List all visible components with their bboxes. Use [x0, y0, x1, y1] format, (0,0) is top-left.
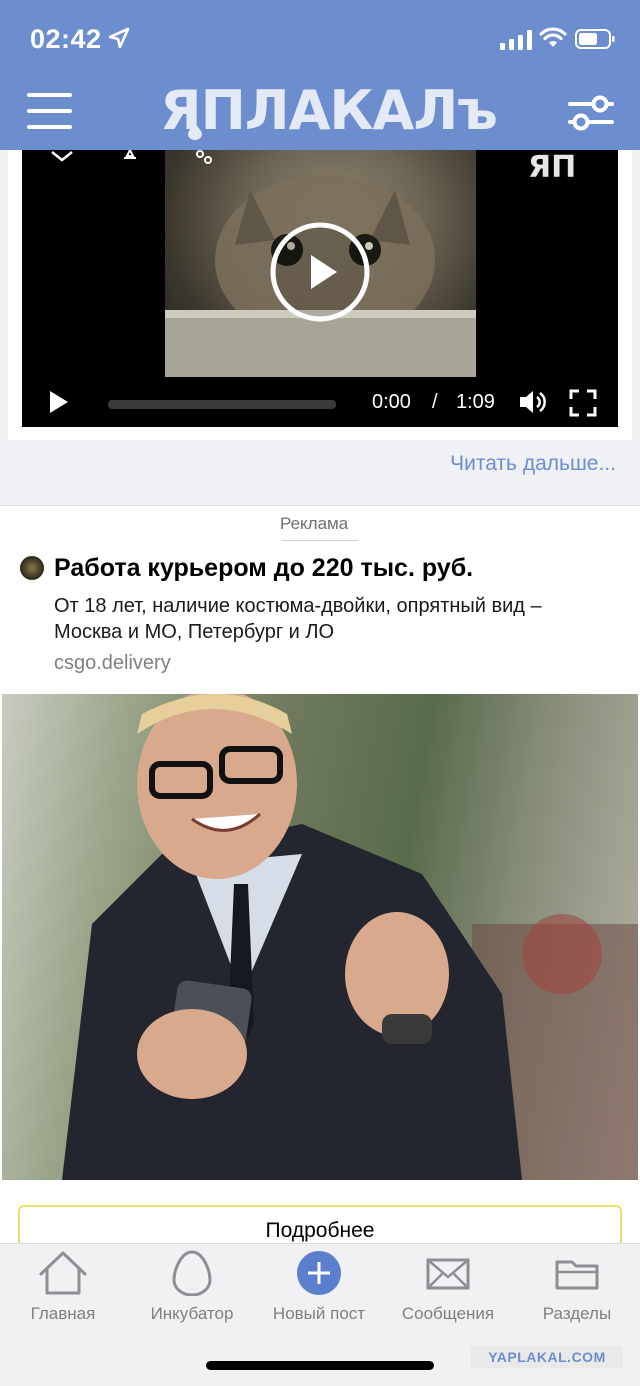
app-header: 02:42 ЯПЛАКАЛъ	[0, 0, 640, 150]
status-bar: 02:42	[0, 0, 640, 80]
video-duration: 1:09	[456, 391, 495, 413]
tab-sections-label: Разделы	[542, 1304, 612, 1323]
logo-text: ЯПЛАКАЛъ	[160, 79, 498, 142]
tab-incubator-label: Инкубатор	[150, 1304, 234, 1323]
video-current-time: 0:00	[372, 391, 411, 413]
site-watermark: YAPLAKAL.COM	[471, 1346, 623, 1368]
ad-label-divider	[282, 540, 358, 541]
video-controls: 0:00 / 1:09	[22, 377, 618, 427]
home-icon	[39, 1251, 87, 1295]
ad-domain[interactable]: csgo.delivery	[54, 652, 171, 675]
read-more-link[interactable]: Читать дальше...	[450, 452, 616, 476]
ad-image[interactable]	[2, 694, 638, 1180]
video-watermark: ЯП	[528, 150, 577, 185]
tab-messages-label: Сообщения	[401, 1304, 495, 1323]
home-indicator[interactable]	[206, 1361, 434, 1370]
logo-drop-icon	[188, 120, 202, 140]
tab-incubator[interactable]: Инкубатор	[140, 1250, 244, 1330]
location-arrow-icon	[108, 27, 130, 49]
tab-new-post[interactable]: Новый пост	[264, 1250, 374, 1330]
folder-icon	[555, 1260, 599, 1290]
filter-settings-icon[interactable]	[568, 95, 614, 131]
hamburger-menu-icon[interactable]	[27, 93, 72, 129]
like-icon	[51, 151, 73, 162]
video-time-separator: /	[432, 391, 438, 413]
tab-sections[interactable]: Разделы	[532, 1250, 622, 1330]
ad-description: От 18 лет, наличие костюма-двойки, опрят…	[54, 595, 542, 643]
video-overlay-actions	[51, 150, 212, 164]
advertiser-avatar[interactable]	[20, 556, 44, 580]
status-time: 02:42	[30, 24, 102, 54]
tab-new-post-label: Новый пост	[272, 1304, 366, 1323]
ad-title[interactable]: Работа курьером до 220 тыс. руб.	[54, 554, 473, 583]
site-watermark-text: YAPLAKAL.COM	[488, 1349, 606, 1365]
envelope-icon	[426, 1258, 470, 1290]
star-icon	[124, 150, 136, 159]
ad-label: Реклама	[280, 514, 349, 533]
cellular-signal-icon	[500, 30, 532, 50]
volume-icon[interactable]	[518, 388, 548, 416]
video-player[interactable]: ЯП 0:00 / 1:09	[22, 150, 618, 427]
play-circle-icon[interactable]	[269, 221, 371, 323]
site-logo[interactable]: ЯПЛАКАЛъ	[160, 79, 498, 142]
egg-icon	[172, 1250, 212, 1296]
wifi-icon	[539, 27, 567, 47]
tab-home-label: Главная	[30, 1304, 96, 1323]
fullscreen-icon[interactable]	[569, 389, 597, 417]
tab-home[interactable]: Главная	[22, 1250, 104, 1330]
plus-icon	[297, 1251, 341, 1295]
play-icon[interactable]	[50, 391, 68, 413]
battery-icon	[575, 29, 615, 49]
ad-details-button-label: Подробнее	[265, 1219, 375, 1242]
smiling-man-with-phone-photo	[62, 694, 638, 1180]
share-icon	[196, 150, 204, 158]
tab-messages[interactable]: Сообщения	[394, 1250, 502, 1330]
video-progress-bar[interactable]	[108, 400, 336, 409]
